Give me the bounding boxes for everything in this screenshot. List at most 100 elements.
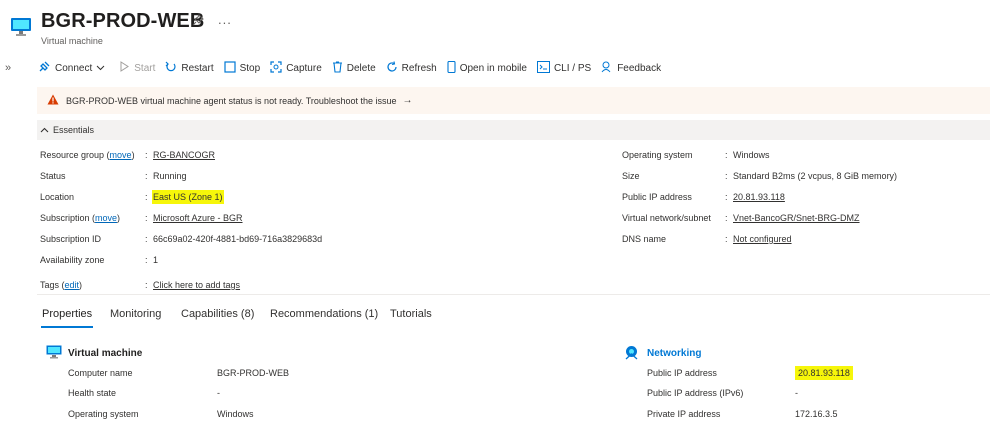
command-bar: Connect Start Restart Stop Capture Delet… xyxy=(38,58,671,78)
agent-status-warning: BGR-PROD-WEB virtual machine agent statu… xyxy=(37,87,990,114)
essentials-label: Operating system xyxy=(622,150,693,160)
active-tab-indicator xyxy=(41,326,93,328)
feedback-icon xyxy=(601,61,617,76)
essentials-colon: : xyxy=(145,234,148,244)
tab-tutorials[interactable]: Tutorials xyxy=(390,308,432,320)
restart-icon xyxy=(165,61,181,76)
essentials-row-subscription: Subscription (move) xyxy=(40,213,121,223)
essentials-label: Virtual network/subnet xyxy=(622,213,711,223)
expand-sidebar-icon[interactable]: » xyxy=(5,62,11,74)
computer-name-value: BGR-PROD-WEB xyxy=(217,368,289,378)
page-subtitle: Virtual machine xyxy=(41,36,103,46)
public-ip-link[interactable]: 20.81.93.118 xyxy=(733,192,785,202)
stop-button[interactable]: Stop xyxy=(224,60,260,76)
networking-icon xyxy=(624,345,639,363)
operating-system-value: Windows xyxy=(733,150,770,160)
os-value: Windows xyxy=(217,409,254,419)
arrow-right-icon[interactable]: → xyxy=(402,95,412,106)
connect-button[interactable]: Connect xyxy=(38,60,109,76)
health-state-value: - xyxy=(217,388,220,398)
tab-recommendations[interactable]: Recommendations (1) xyxy=(270,308,378,320)
private-ip-value: 172.16.3.5 xyxy=(795,409,838,419)
feedback-button[interactable]: Feedback xyxy=(601,61,661,76)
move-resource-group-link[interactable]: move xyxy=(110,150,132,160)
essentials-row-resource-group: Resource group (move) xyxy=(40,150,135,160)
divider xyxy=(37,294,990,295)
prop-label: Public IP address (IPv6) xyxy=(647,388,744,398)
terminal-icon xyxy=(536,60,554,76)
location-value: East US (Zone 1) xyxy=(152,190,224,204)
cli-ps-button[interactable]: CLI / PS xyxy=(536,60,591,76)
essentials-toggle[interactable]: Essentials xyxy=(37,120,990,140)
essentials-colon: : xyxy=(145,150,148,160)
delete-button[interactable]: Delete xyxy=(332,60,376,76)
add-tags-link[interactable]: Click here to add tags xyxy=(153,280,240,290)
move-subscription-link[interactable]: move xyxy=(95,213,117,223)
vm-section-title: Virtual machine xyxy=(68,348,143,359)
refresh-button[interactable]: Refresh xyxy=(386,60,437,76)
public-ip-value: 20.81.93.118 xyxy=(795,366,853,380)
prop-label: Private IP address xyxy=(647,409,721,419)
essentials-label: Public IP address xyxy=(622,192,692,202)
essentials-label: Availability zone xyxy=(40,255,105,265)
vm-section-icon xyxy=(46,345,62,362)
essentials-label: Resource group xyxy=(40,150,105,160)
prop-label: Computer name xyxy=(68,368,133,378)
open-in-mobile-button[interactable]: Open in mobile xyxy=(447,60,527,76)
refresh-icon xyxy=(386,60,402,76)
essentials-title: Essentials xyxy=(53,125,95,135)
essentials-colon: : xyxy=(145,213,148,223)
capture-button[interactable]: Capture xyxy=(270,60,322,76)
start-button[interactable]: Start xyxy=(119,61,155,75)
restart-button[interactable]: Restart xyxy=(165,61,214,76)
plug-icon xyxy=(38,60,55,76)
availability-zone-value: 1 xyxy=(153,255,159,265)
essentials-colon: : xyxy=(145,192,148,202)
essentials-colon: : xyxy=(145,280,148,290)
essentials-label: Status xyxy=(40,171,66,181)
edit-tags-link[interactable]: edit xyxy=(65,280,80,290)
mobile-icon xyxy=(447,60,460,76)
essentials-label: Size xyxy=(622,171,640,181)
virtual-network-link[interactable]: Vnet-BancoGR/Snet-BRG-DMZ xyxy=(733,213,860,223)
public-ipv6-value: - xyxy=(795,388,798,398)
page-title: BGR-PROD-WEB xyxy=(41,10,205,32)
essentials-colon: : xyxy=(725,213,728,223)
tab-properties[interactable]: Properties xyxy=(42,308,92,320)
essentials-colon: : xyxy=(725,192,728,202)
size-value: Standard B2ms (2 vcpus, 8 GiB memory) xyxy=(733,171,898,181)
prop-label: Operating system xyxy=(68,409,139,419)
essentials-label: Tags xyxy=(40,280,60,290)
play-icon xyxy=(119,61,134,75)
essentials-label: Subscription xyxy=(40,213,90,223)
essentials-colon: : xyxy=(145,171,148,181)
tab-monitoring[interactable]: Monitoring xyxy=(110,308,161,320)
subscription-link[interactable]: Microsoft Azure - BGR xyxy=(153,213,243,223)
warning-message[interactable]: BGR-PROD-WEB virtual machine agent statu… xyxy=(66,96,396,106)
virtual-machine-icon xyxy=(10,16,32,38)
tab-capabilities[interactable]: Capabilities (8) xyxy=(181,308,254,320)
chevron-up-icon xyxy=(40,125,49,135)
essentials-colon: : xyxy=(725,171,728,181)
essentials-colon: : xyxy=(725,234,728,244)
warning-icon xyxy=(47,94,59,108)
prop-label: Health state xyxy=(68,388,117,398)
essentials-label: Location xyxy=(40,192,75,202)
essentials-colon: : xyxy=(725,150,728,160)
stop-icon xyxy=(224,60,240,76)
dns-name-link[interactable]: Not configured xyxy=(733,234,792,244)
chevron-down-icon xyxy=(96,63,109,74)
essentials-label: Subscription ID xyxy=(40,234,102,244)
essentials-colon: : xyxy=(145,255,148,265)
status-value: Running xyxy=(153,171,187,181)
pin-icon[interactable] xyxy=(192,14,206,28)
subscription-id-value: 66c69a02-420f-4881-bd69-716a3829683d xyxy=(153,234,323,244)
essentials-row-tags: Tags (edit) xyxy=(40,280,83,290)
prop-label: Public IP address xyxy=(647,368,717,378)
capture-icon xyxy=(270,60,286,76)
more-options-button[interactable]: ... xyxy=(218,12,232,27)
trash-icon xyxy=(332,60,347,76)
networking-section-title[interactable]: Networking xyxy=(647,348,701,359)
resource-group-link[interactable]: RG-BANCOGR xyxy=(153,150,215,160)
essentials-label: DNS name xyxy=(622,234,667,244)
